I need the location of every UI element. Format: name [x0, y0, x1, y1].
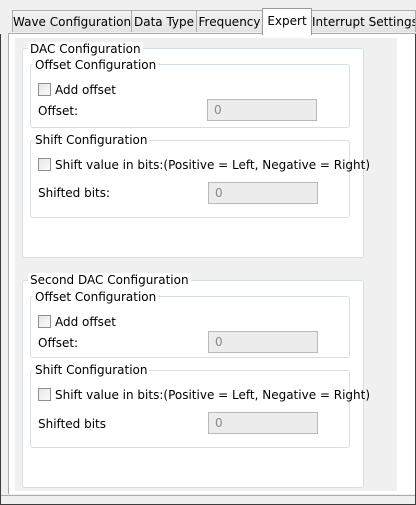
dac-offset-field[interactable]	[207, 99, 317, 121]
tab-data-type[interactable]: Data Type	[131, 10, 197, 32]
dac-shift-label: Shift value in bits:(Positive = Left, Ne…	[55, 158, 371, 172]
second-dac-shift-title: Shift Configuration	[33, 363, 150, 377]
tab-interrupt-settings[interactable]: Interrupt Settings	[311, 10, 416, 32]
tab-frequency[interactable]: Frequency	[196, 10, 263, 32]
dac-shift-group	[30, 140, 350, 218]
dac-offset-label: Offset:	[38, 104, 79, 118]
second-dac-shifted-bits-field[interactable]	[208, 412, 318, 434]
tab-expert[interactable]: Expert	[262, 8, 312, 35]
second-dac-configuration-title: Second DAC Configuration	[28, 273, 191, 287]
second-dac-offset-field[interactable]	[208, 331, 318, 353]
dac-configuration-title: DAC Configuration	[28, 42, 143, 56]
bottom-divider	[1, 495, 415, 496]
tab-wave-configuration[interactable]: Wave Configuration	[12, 10, 132, 32]
second-dac-shift-checkbox[interactable]	[38, 388, 51, 401]
dac-shifted-bits-label: Shifted bits:	[38, 186, 111, 200]
dac-shift-title: Shift Configuration	[33, 133, 150, 147]
second-dac-shift-label: Shift value in bits:(Positive = Left, Ne…	[55, 388, 371, 402]
second-dac-add-offset-checkbox[interactable]	[38, 315, 51, 328]
dac-add-offset-label: Add offset	[55, 83, 116, 97]
dac-offset-title: Offset Configuration	[33, 58, 159, 72]
tab-bar: Wave Configuration Data Type Frequency E…	[0, 0, 416, 35]
second-dac-offset-label: Offset:	[38, 336, 79, 350]
dac-shift-checkbox[interactable]	[38, 158, 51, 171]
second-dac-add-offset-label: Add offset	[55, 315, 116, 329]
dac-shifted-bits-field[interactable]	[208, 182, 318, 204]
second-dac-shift-group	[30, 370, 350, 448]
second-dac-shifted-bits-label: Shifted bits	[38, 417, 106, 431]
second-dac-offset-title: Offset Configuration	[33, 290, 159, 304]
dac-add-offset-checkbox[interactable]	[38, 83, 51, 96]
